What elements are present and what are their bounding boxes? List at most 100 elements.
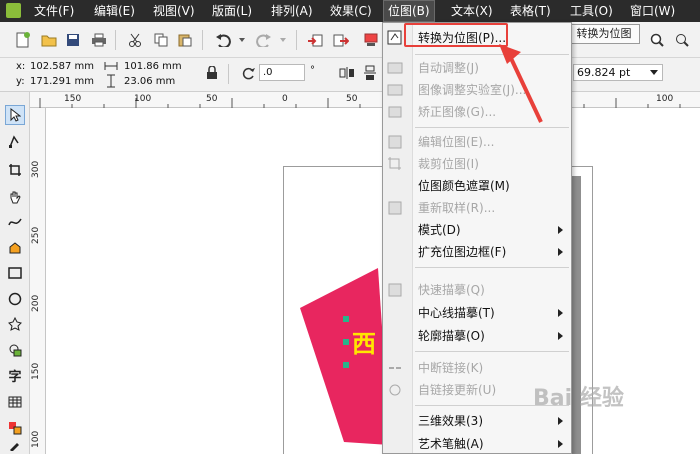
ruler-label: 150 bbox=[31, 362, 41, 380]
outline-width-select[interactable]: 69.824 pt bbox=[573, 64, 663, 81]
menu-bar: 文件(F) 编辑(E) 视图(V) 版面(L) 排列(A) 效果(C) 位图(B… bbox=[0, 0, 700, 22]
menu-item-label: 艺术笔触(A) bbox=[418, 437, 484, 451]
undo-dropdown-icon[interactable] bbox=[233, 31, 251, 49]
redo-icon[interactable] bbox=[255, 31, 273, 49]
menu-item-label: 自动调整(J) bbox=[418, 61, 479, 75]
crop-tool-icon[interactable] bbox=[5, 160, 25, 180]
toolbox: 字 bbox=[0, 92, 30, 454]
menu-tools[interactable]: 工具(O) bbox=[566, 0, 617, 22]
submenu-arrow-icon bbox=[558, 440, 563, 448]
pan-tool-icon[interactable] bbox=[5, 187, 25, 207]
copy-icon[interactable] bbox=[152, 31, 170, 49]
menu-table[interactable]: 表格(T) bbox=[506, 0, 555, 22]
eyedropper-tool-icon[interactable] bbox=[5, 438, 25, 452]
menu-item-outline-trace[interactable]: 轮廓描摹(O) bbox=[383, 325, 571, 347]
menu-effects[interactable]: 效果(C) bbox=[326, 0, 376, 22]
image-adjustment-lab-icon bbox=[387, 84, 403, 96]
menu-item-label: 编辑位图(E)... bbox=[418, 135, 495, 149]
selection-handle[interactable] bbox=[343, 339, 349, 345]
convert-to-bitmap-icon bbox=[387, 30, 402, 45]
highlight-box bbox=[404, 23, 508, 47]
menu-file[interactable]: 文件(F) bbox=[30, 0, 78, 22]
menu-item-3d-effects[interactable]: 三维效果(3) bbox=[383, 410, 571, 432]
menu-item-label: 三维效果(3) bbox=[418, 414, 483, 428]
ruler-label: 100 bbox=[31, 430, 41, 448]
menu-item-label: 矫正图像(G)... bbox=[418, 105, 497, 119]
menu-item-label: 自链接更新(U) bbox=[418, 383, 497, 397]
menu-item-inflate-bitmap[interactable]: 扩充位图边框(F) bbox=[383, 241, 571, 263]
mirror-horizontal-icon[interactable] bbox=[338, 64, 356, 82]
resample-icon bbox=[388, 201, 402, 215]
menu-arrange[interactable]: 排列(A) bbox=[267, 0, 317, 22]
ruler-ticks bbox=[39, 98, 681, 108]
paste-icon[interactable] bbox=[176, 31, 194, 49]
print-icon[interactable] bbox=[90, 31, 108, 49]
polygon-tool-icon[interactable] bbox=[5, 314, 25, 334]
smart-fill-tool-icon[interactable] bbox=[5, 238, 25, 258]
menu-layout[interactable]: 版面(L) bbox=[208, 0, 256, 22]
menu-window[interactable]: 窗口(W) bbox=[626, 0, 679, 22]
update-from-link-icon bbox=[389, 384, 401, 396]
freehand-tool-icon[interactable] bbox=[5, 212, 25, 232]
menu-item-break-link[interactable]: 中断链接(K) bbox=[383, 357, 571, 379]
menu-item-crop-bitmap[interactable]: 裁剪位图(I) bbox=[383, 153, 571, 175]
menu-item-quick-trace[interactable]: 快速描摹(Q) bbox=[383, 279, 571, 301]
menu-edit[interactable]: 编辑(E) bbox=[90, 0, 139, 22]
menu-item-edit-bitmap[interactable]: 编辑位图(E)... bbox=[383, 131, 571, 153]
object-width-value[interactable]: 101.86 mm bbox=[124, 61, 182, 72]
rectangle-tool-icon[interactable] bbox=[5, 263, 25, 283]
selection-handle[interactable] bbox=[343, 362, 349, 368]
menu-view[interactable]: 视图(V) bbox=[149, 0, 199, 22]
y-position-value[interactable]: 171.291 mm bbox=[30, 76, 94, 87]
edit-bitmap-icon bbox=[388, 135, 402, 149]
redo-dropdown-icon[interactable] bbox=[274, 31, 292, 49]
page-shadow bbox=[571, 176, 581, 454]
app-logo-icon bbox=[6, 3, 21, 18]
ellipse-tool-icon[interactable] bbox=[5, 289, 25, 309]
menu-item-label: 扩充位图边框(F) bbox=[418, 245, 507, 259]
table-tool-icon[interactable] bbox=[5, 392, 25, 412]
submenu-arrow-icon bbox=[558, 226, 563, 234]
toolbar-divider bbox=[296, 30, 297, 50]
import-icon[interactable] bbox=[306, 31, 324, 49]
cut-icon[interactable] bbox=[126, 31, 144, 49]
x-position-value[interactable]: 102.587 mm bbox=[30, 61, 94, 72]
menu-item-label: 中断链接(K) bbox=[418, 361, 484, 375]
menu-item-mode[interactable]: 模式(D) bbox=[383, 219, 571, 241]
application-launcher-icon[interactable] bbox=[362, 31, 380, 49]
menu-item-label: 快速描摹(Q) bbox=[418, 283, 485, 297]
export-icon[interactable] bbox=[332, 31, 350, 49]
toolbar-divider bbox=[228, 64, 229, 84]
pick-tool-icon[interactable] bbox=[5, 105, 25, 125]
menu-item-label: 位图颜色遮罩(M) bbox=[418, 179, 510, 193]
basic-shapes-tool-icon[interactable] bbox=[5, 340, 25, 360]
rotation-angle-input[interactable]: .0 bbox=[259, 64, 305, 81]
break-link-icon bbox=[389, 367, 401, 369]
shape-tool-icon[interactable] bbox=[5, 132, 25, 152]
ruler-label: 100 bbox=[656, 94, 674, 104]
fill-tool-icon[interactable] bbox=[5, 418, 25, 438]
menu-divider bbox=[415, 351, 569, 352]
chevron-down-icon bbox=[650, 70, 658, 75]
object-height-value[interactable]: 23.06 mm bbox=[124, 76, 175, 87]
menu-bitmaps[interactable]: 位图(B) bbox=[383, 0, 435, 22]
ruler-label: 300 bbox=[31, 160, 41, 178]
menu-text[interactable]: 文本(X) bbox=[447, 0, 497, 22]
menu-item-bitmap-color-mask[interactable]: 位图颜色遮罩(M) bbox=[383, 175, 571, 197]
zoom-icon[interactable] bbox=[648, 31, 666, 49]
menu-item-centerline-trace[interactable]: 中心线描摹(T) bbox=[383, 302, 571, 324]
shape-text[interactable]: 西 bbox=[352, 324, 376, 359]
quick-trace-icon bbox=[388, 283, 402, 297]
text-tool-icon[interactable]: 字 bbox=[5, 365, 25, 385]
menu-item-art-strokes[interactable]: 艺术笔触(A) bbox=[383, 433, 571, 454]
undo-icon[interactable] bbox=[214, 31, 232, 49]
open-folder-icon[interactable] bbox=[40, 31, 58, 49]
y-position-label: y: bbox=[16, 76, 25, 87]
save-icon[interactable] bbox=[64, 31, 82, 49]
menu-item-resample[interactable]: 重新取样(R)... bbox=[383, 197, 571, 219]
lock-ratio-icon[interactable] bbox=[203, 64, 221, 82]
selection-handle[interactable] bbox=[343, 316, 349, 322]
mirror-vertical-icon[interactable] bbox=[361, 64, 379, 82]
new-document-icon[interactable] bbox=[14, 31, 32, 49]
zoom-levels-icon[interactable] bbox=[674, 31, 692, 49]
